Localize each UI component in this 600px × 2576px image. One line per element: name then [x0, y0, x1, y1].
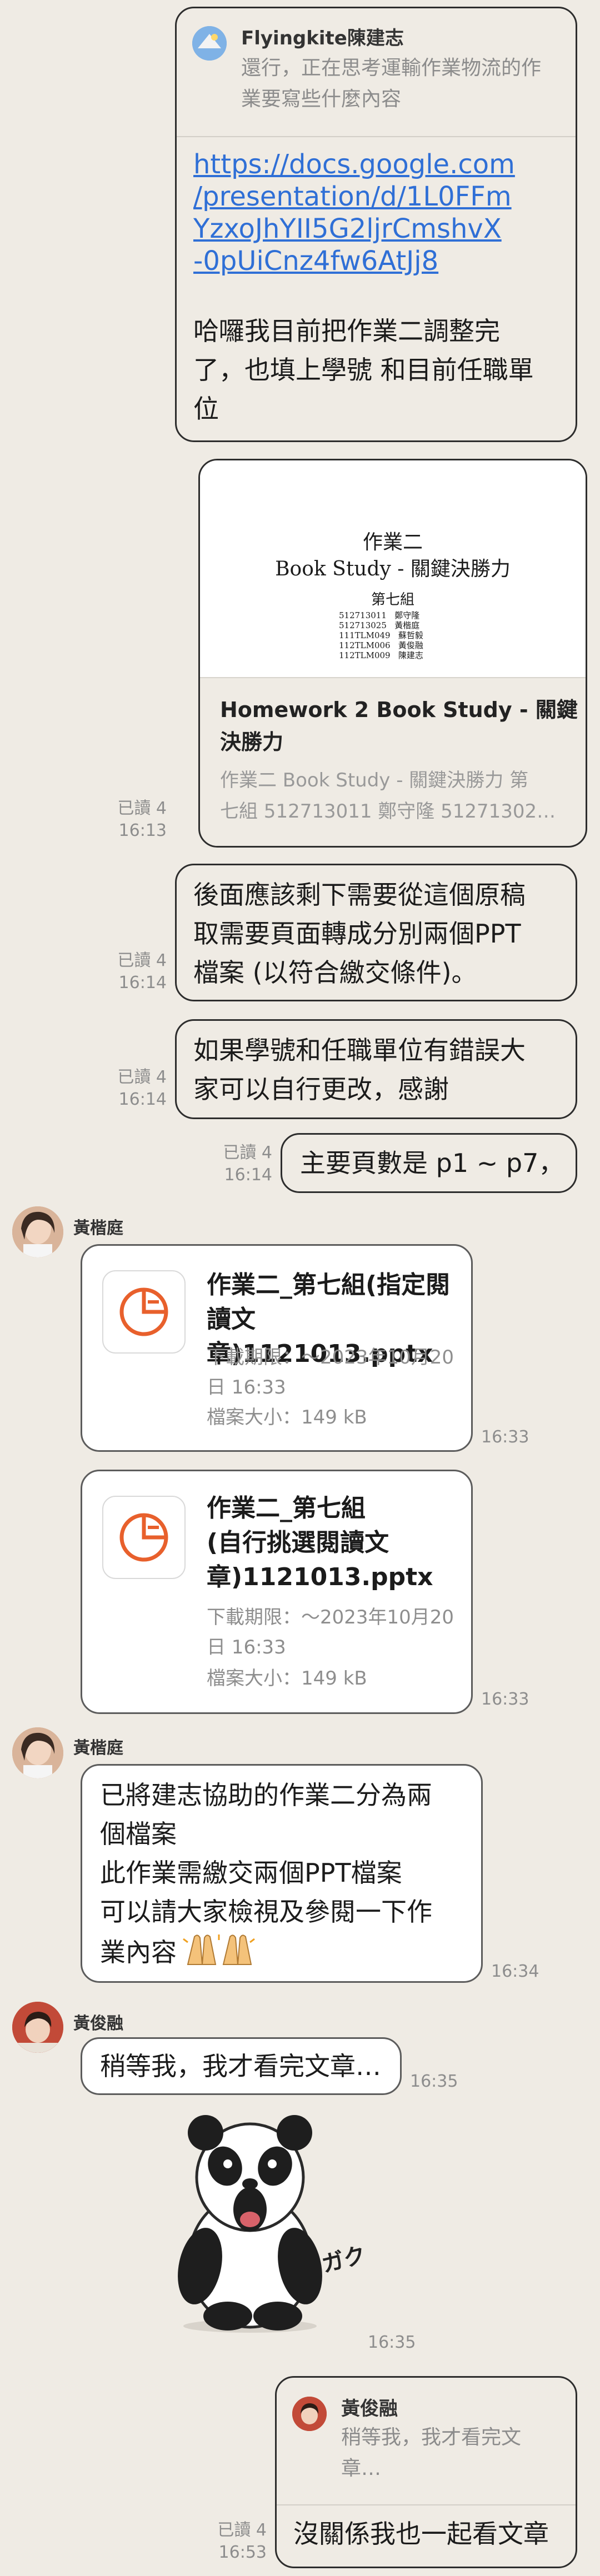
- timestamp: 16:13: [118, 821, 167, 840]
- timestamp: 16:14: [118, 1090, 167, 1109]
- message-text: 沒關係我也一起看文章: [293, 2519, 549, 2549]
- link-preview-card[interactable]: 作業二 Book Study - 關鍵決勝力 第七組 512713011 鄭守隆…: [198, 459, 587, 848]
- praying-hands-emoji-icon: [180, 1931, 258, 1977]
- read-receipt: 已讀 4: [117, 1068, 167, 1087]
- reply-quote-text: 還行，正在思考運輸作業物流的作 業要寫些什麼內容: [241, 57, 542, 111]
- timestamp: 16:35: [410, 2072, 458, 2091]
- message-meta: 已讀 4 16:14: [194, 1142, 272, 1186]
- file-bubble[interactable]: 作業二_第七組(指定閱 讀文章)1121013.pptx 下載期限：～2023年…: [81, 1244, 473, 1452]
- sender-name: 黃楷庭: [73, 1738, 123, 1758]
- sender-avatar[interactable]: [12, 1206, 63, 1257]
- preview-description: 作業二 Book Study - 關鍵決勝力 第 七組 512713011 鄭守…: [220, 769, 556, 823]
- slide-group: 第七組: [371, 592, 414, 608]
- preview-title: Homework 2 Book Study - 關鍵 決勝力: [220, 698, 578, 754]
- reply-divider: [277, 2504, 576, 2505]
- read-receipt: 已讀 4: [117, 951, 167, 970]
- sender-avatar[interactable]: [12, 2002, 63, 2053]
- message-bubble[interactable]: 後面應該剩下需要從這個原稿 取需要頁面轉成分別兩個PPT 檔案 (以符合繳交條件…: [175, 864, 577, 1001]
- message-text: 後面應該剩下需要從這個原稿 取需要頁面轉成分別兩個PPT 檔案 (以符合繳交條件…: [193, 880, 526, 988]
- reply-sender-name: Flyingkite陳建志: [241, 27, 404, 49]
- pptx-file-icon: [102, 1270, 186, 1354]
- timestamp: 16:33: [481, 1427, 529, 1447]
- file-expiry: 下載期限：～2023年10月20 日 16:33: [207, 1606, 454, 1658]
- message-bubble[interactable]: 稍等我，我才看完文章…: [81, 2037, 402, 2095]
- timestamp: 16:14: [118, 973, 167, 993]
- file-name: 作業二_第七組 (自行挑選閱讀文 章)1121013.pptx: [207, 1494, 433, 1591]
- reply-avatar: [292, 2397, 327, 2431]
- sender-avatar[interactable]: [12, 1727, 63, 1778]
- sender-name: 黃楷庭: [73, 1219, 123, 1238]
- reply-sender-name: 黃俊融: [341, 2398, 398, 2420]
- reply-quote-text: 稍等我，我才看完文 章…: [341, 2426, 522, 2480]
- slide-title: 作業二: [362, 531, 423, 554]
- message-text: 主要頁數是 p1 ~ p7，: [300, 1148, 564, 1178]
- message-text: 稍等我，我才看完文章…: [100, 2051, 381, 2081]
- timestamp: 16:34: [491, 1962, 539, 1981]
- reply-avatar: [192, 26, 227, 61]
- sender-name: 黃俊融: [73, 2014, 123, 2033]
- message-bubble-reply[interactable]: 黃俊融 稍等我，我才看完文 章… 沒關係我也一起看文章: [275, 2376, 577, 2568]
- message-meta: 已讀 4 16:14: [89, 950, 167, 994]
- panda-sticker[interactable]: ガク: [167, 2111, 368, 2333]
- file-expiry: 下載期限：～2023年10月20 日 16:33: [207, 1346, 454, 1399]
- message-bubble[interactable]: 已將建志協助的作業二分為兩 個檔案 此作業需繳交兩個PPT檔案 可以請大家檢視及…: [81, 1764, 483, 1983]
- message-meta: 已讀 4 16:13: [89, 798, 167, 842]
- message-text: 哈囉我目前把作業二調整完 了，也填上學號 和目前任職單 位: [193, 316, 534, 424]
- timestamp: 16:35: [368, 2333, 416, 2352]
- reply-divider: [177, 136, 576, 137]
- read-receipt: 已讀 4: [117, 799, 167, 818]
- file-bubble[interactable]: 作業二_第七組 (自行挑選閱讀文 章)1121013.pptx 下載期限：～20…: [81, 1470, 473, 1714]
- message-bubble-link[interactable]: Flyingkite陳建志 還行，正在思考運輸作業物流的作 業要寫些什麼內容 h…: [175, 7, 577, 442]
- message-bubble[interactable]: 如果學號和任職單位有錯誤大 家可以自行更改，感謝: [175, 1019, 577, 1119]
- message-text: 已將建志協助的作業二分為兩 個檔案 此作業需繳交兩個PPT檔案 可以請大家檢視及…: [100, 1776, 432, 1977]
- timestamp: 16:53: [218, 2543, 267, 2562]
- file-size: 檔案大小：149 kB: [207, 1406, 367, 1429]
- read-receipt: 已讀 4: [223, 1143, 272, 1162]
- file-size: 檔案大小：149 kB: [207, 1667, 367, 1690]
- pptx-file-icon: [102, 1496, 186, 1579]
- message-meta: 已讀 4 16:14: [89, 1066, 167, 1111]
- timestamp: 16:14: [224, 1165, 272, 1185]
- timestamp: 16:33: [481, 1690, 529, 1709]
- google-slides-link[interactable]: https://docs.google.com /presentation/d/…: [193, 148, 515, 277]
- slide-member-list: 512713011 鄭守隆 512713025 黃楷庭 111TLM049 蘇哲…: [339, 610, 423, 660]
- read-receipt: 已讀 4: [217, 2520, 267, 2540]
- message-text: 如果學號和任職單位有錯誤大 家可以自行更改，感謝: [193, 1035, 526, 1104]
- message-meta: 已讀 4 16:53: [189, 2519, 267, 2564]
- message-bubble[interactable]: 主要頁數是 p1 ~ p7，: [281, 1133, 577, 1193]
- slide-subtitle: Book Study - 關鍵決勝力: [275, 558, 511, 580]
- preview-thumbnail: 作業二 Book Study - 關鍵決勝力 第七組 512713011 鄭守隆…: [200, 460, 586, 678]
